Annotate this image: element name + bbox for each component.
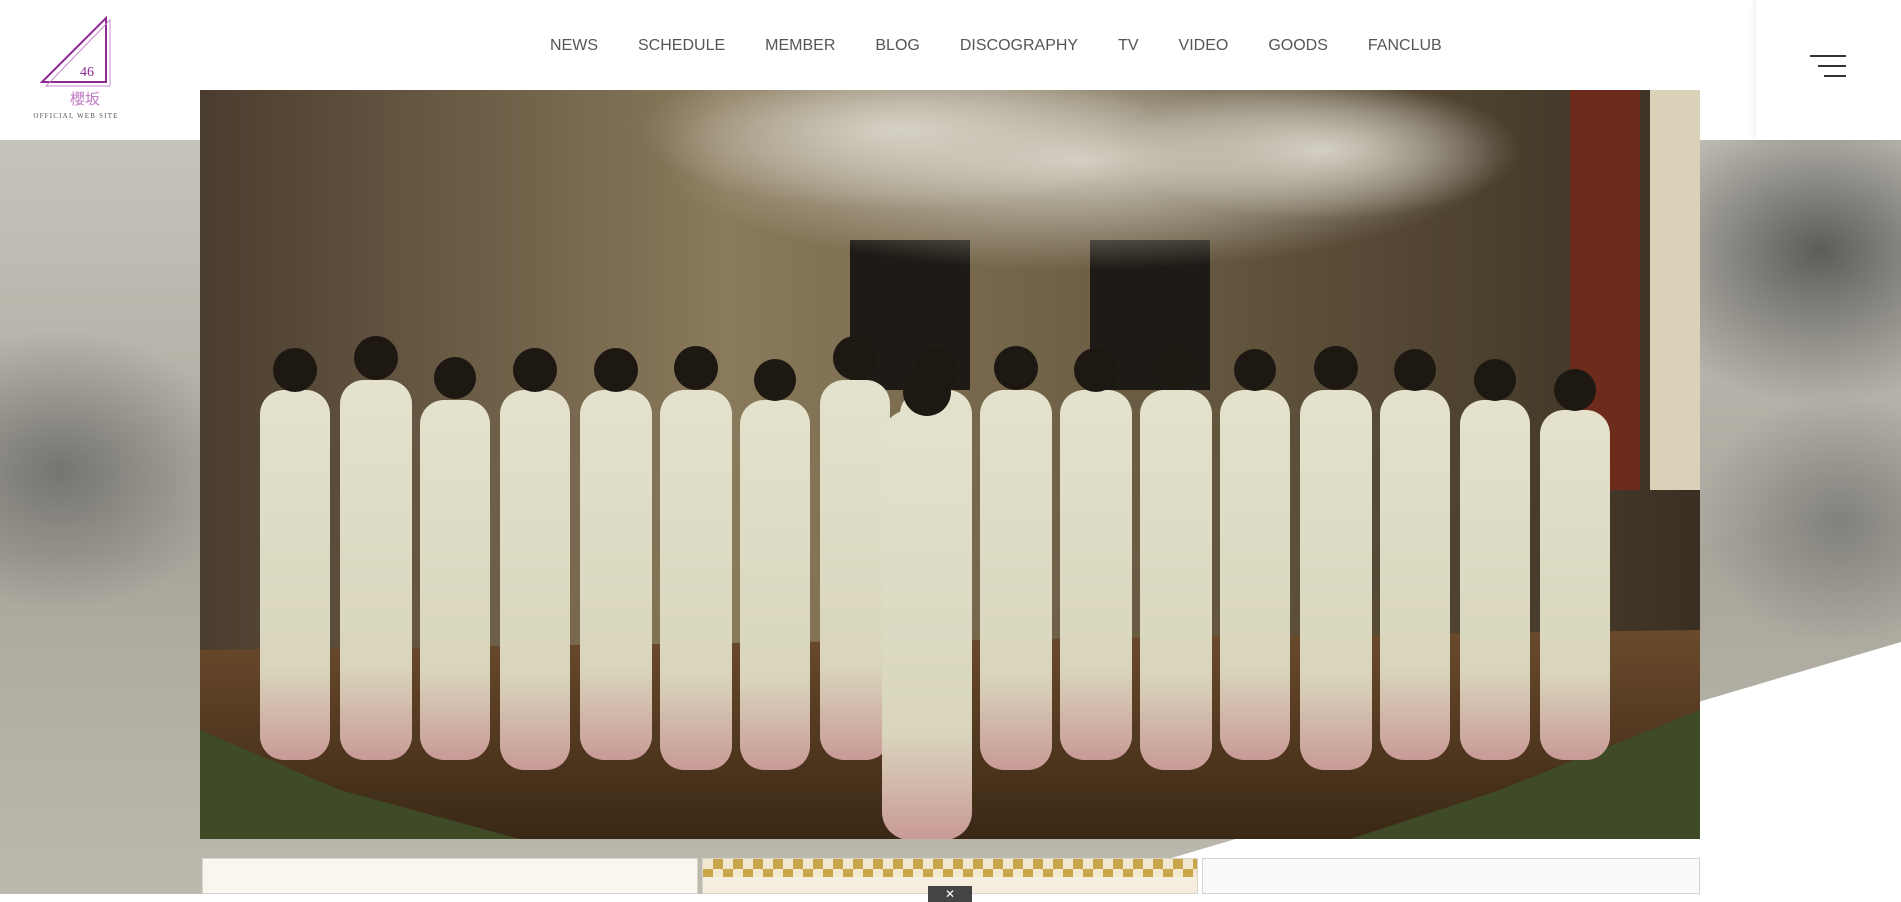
logo-subtitle: OFFICIAL WEB SITE	[33, 112, 119, 120]
main-nav: NEWS SCHEDULE MEMBER BLOG DISCOGRAPHY TV…	[530, 34, 1462, 58]
nav-discography[interactable]: DISCOGRAPHY	[940, 34, 1098, 58]
hero-image	[200, 90, 1700, 839]
nav-blog[interactable]: BLOG	[855, 34, 939, 58]
banner-card-1[interactable]	[202, 858, 698, 894]
nav-schedule[interactable]: SCHEDULE	[618, 34, 745, 58]
logo-kanji: 櫻坂	[70, 90, 100, 108]
nav-video[interactable]: VIDEO	[1159, 34, 1249, 58]
checker-pattern	[703, 859, 1197, 877]
logo-number: 46	[80, 65, 94, 80]
hamburger-menu-icon[interactable]	[1810, 55, 1846, 77]
group-photo-illustration	[200, 90, 1700, 839]
site-logo[interactable]: 46 櫻坂 OFFICIAL WEB SITE	[28, 14, 124, 124]
close-icon[interactable]: ✕	[928, 886, 972, 902]
logo-triangle-icon: 46 櫻坂	[39, 15, 111, 108]
nav-goods[interactable]: GOODS	[1248, 34, 1348, 58]
nav-fanclub[interactable]: FANCLUB	[1348, 34, 1462, 58]
nav-tv[interactable]: TV	[1098, 34, 1158, 58]
banner-cards: ✕	[202, 858, 1700, 902]
banner-card-3[interactable]	[1202, 858, 1700, 894]
nav-member[interactable]: MEMBER	[745, 34, 855, 58]
nav-news[interactable]: NEWS	[530, 34, 618, 58]
